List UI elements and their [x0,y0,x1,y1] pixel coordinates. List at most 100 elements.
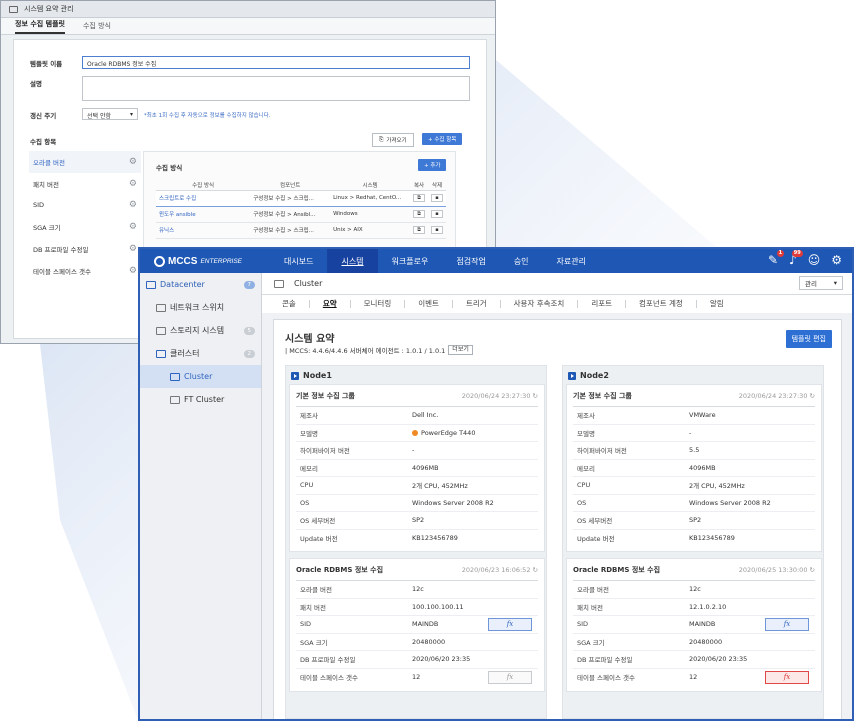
list-item[interactable]: SID ⚙ [29,195,141,217]
component-cell: 구성정보 수집 > 스크립... [250,189,331,207]
trash-icon[interactable]: ▪ [431,194,443,202]
method-cell[interactable]: 유닉스 [156,222,251,239]
refresh-icon[interactable]: ↻ [533,392,538,400]
method-cell[interactable]: 스크립트로 수집 [156,189,251,207]
info-row: 제조사 VMWare [573,407,815,425]
tab-collect-method[interactable]: 수집 방식 [83,21,111,34]
folder-open-icon [156,349,166,358]
info-row: OS Windows Server 2008 R2 [296,495,538,512]
tab-summary[interactable]: 요약 [308,300,350,308]
menu-workflow[interactable]: 워크플로우 [378,249,443,273]
info-row: CPU 2개 CPU, 452MHz [296,477,538,495]
copy-icon[interactable]: ⧉ [413,210,425,218]
list-item[interactable]: 테이블 스페이스 갯수 ⚙ [29,260,141,282]
tree-item-network-switch[interactable]: 네트워크 스위치 [140,296,261,319]
tab-notification[interactable]: 알림 [695,300,737,308]
info-row: OS Windows Server 2008 R2 [573,495,815,512]
table-row[interactable]: 스크립트로 수집 구성정보 수집 > 스크립... Linux > Redhat… [156,189,446,207]
cluster-icon [170,372,180,381]
menu-approval[interactable]: 승인 [500,249,543,273]
tree-item-cluster[interactable]: Cluster [140,365,261,388]
fx-button[interactable]: fx [765,670,809,684]
table-row[interactable]: 유닉스 구성정보 수집 > 스크립... Unix > AIX ⧉ ▪ [156,222,446,239]
tab-info-template[interactable]: 정보 수집 템플릿 [15,19,65,34]
info-value: Dell Inc. [412,411,439,420]
tree-item-cluster-group[interactable]: 클러스터 2 [140,342,261,365]
tree-item-ft-cluster[interactable]: FT Cluster [140,388,261,411]
info-row: 제조사 Dell Inc. [296,407,538,425]
tree-label: Datacenter [160,280,205,289]
gear-icon[interactable]: ⚙ [129,157,137,167]
tab-monitoring[interactable]: 모니터링 [349,300,405,308]
method-add-button[interactable]: + 추가 [418,159,447,171]
template-edit-button[interactable]: 템플릿 편집 [785,330,832,348]
tab-trigger[interactable]: 트리거 [451,300,500,308]
list-item[interactable]: DB 프로파일 수정일 ⚙ [29,238,141,260]
description-textarea[interactable] [82,76,470,101]
info-row: SGA 크기 20480000 [573,634,815,651]
method-cell[interactable]: 윈도우 ansible [156,206,251,223]
tab-report[interactable]: 리포트 [577,300,625,308]
info-key: 오라클 버전 [577,586,609,595]
info-value: 5.5 [689,446,700,455]
gear-icon[interactable]: ⚙ [831,253,842,268]
table-row[interactable]: 윈도우 ansible 구성정보 수집 > Ansibl... Windows … [156,206,446,223]
fx-button[interactable]: fx [765,618,809,631]
info-key: CPU [577,481,591,490]
copy-icon[interactable]: ⧉ [413,226,425,234]
template-name-input[interactable]: Oracle RDBMS 정보 수집 [82,56,470,69]
gear-icon[interactable]: ⚙ [129,179,137,189]
logo-suffix: ENTERPRISE [200,257,242,265]
refresh-icon[interactable]: ↻ [533,566,538,574]
gear-icon[interactable]: ⚙ [129,200,137,210]
timestamp: 2020/06/24 23:27:30 [461,391,531,400]
tree-label: 네트워크 스위치 [170,303,225,312]
refresh-icon[interactable]: ↻ [810,566,815,574]
collect-item-list: 오라클 버전 ⚙ 패치 버전 ⚙ SID ⚙ SGA 크기 ⚙ DB 프로파일 수정일 ⚙… [29,151,141,282]
info-value: 20480000 [689,637,723,646]
manage-dropdown[interactable]: 관리 ▾ [799,276,843,290]
menu-data[interactable]: 자료관리 [543,249,600,273]
import-button[interactable]: ⎘ 가져오기 [372,133,414,147]
add-item-button[interactable]: + 수집 항목 [422,133,463,145]
group-title: Oracle RDBMS 정보 수집 [296,565,384,574]
info-row: OS 세부버전 SP2 [573,512,815,530]
tree-label: FT Cluster [184,395,225,404]
group-title: Oracle RDBMS 정보 수집 [573,565,661,574]
trash-icon[interactable]: ▪ [431,210,443,218]
gear-icon[interactable]: ⚙ [129,222,137,232]
node-icon [568,371,576,380]
bell-icon[interactable]: ♪ 99 [789,250,803,268]
info-value: SP2 [689,516,702,525]
menu-system[interactable]: 시스템 [327,249,378,273]
tree-item-datacenter[interactable]: Datacenter 7 [140,273,261,296]
refresh-select[interactable]: 선택 안함 ▾ [82,108,138,120]
refresh-label: 갱신 주기 [30,112,57,120]
gear-icon[interactable]: ⚙ [129,244,137,254]
info-key: SID [577,620,589,629]
info-key: OS 세부버전 [300,517,336,526]
gear-icon[interactable]: ⚙ [129,266,137,276]
tab-component-account[interactable]: 컴포넌트 계정 [625,300,696,308]
tab-console[interactable]: 콘솔 [282,300,309,308]
list-item-label: SID [33,201,45,210]
edit-icon[interactable]: ✎ 1 [768,250,785,268]
tree-item-storage[interactable]: 스토리지 시스템 5 [140,319,261,342]
trash-icon[interactable]: ▪ [431,226,443,234]
copy-icon[interactable]: ⧉ [413,194,425,202]
more-button[interactable]: 더보기 [448,345,473,355]
user-icon[interactable]: ☺ [808,253,821,268]
node-card: Node1 기본 정보 수집 그룹 2020/06/24 23:27:30 ↻ 제… [285,365,547,719]
fx-button[interactable]: fx [488,670,532,684]
list-item[interactable]: 패치 버전 ⚙ [29,173,141,195]
menu-inspection[interactable]: 점검작업 [442,249,499,273]
menu-dashboard[interactable]: 대시보드 [270,249,327,273]
tab-followup[interactable]: 사용자 후속조치 [499,300,578,308]
description-label: 설명 [30,80,42,88]
info-row: 오라클 버전 12c [573,581,815,599]
refresh-icon[interactable]: ↻ [810,392,815,400]
list-item[interactable]: SGA 크기 ⚙ [29,216,141,238]
fx-button[interactable]: fx [488,618,532,631]
list-item[interactable]: 오라클 버전 ⚙ [29,151,141,173]
tab-event[interactable]: 이벤트 [404,300,452,308]
